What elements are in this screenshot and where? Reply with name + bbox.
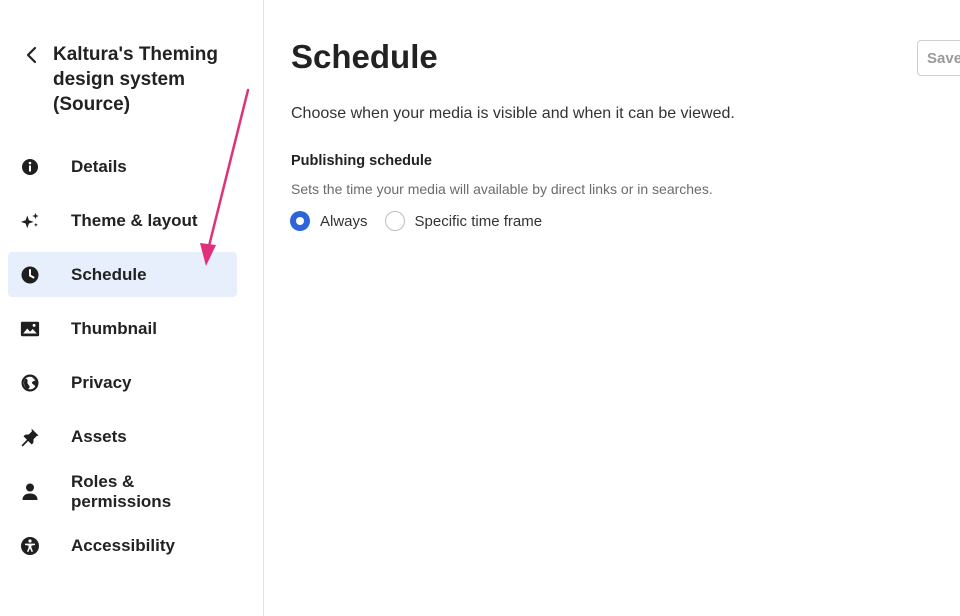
sidebar-item-schedule[interactable]: Schedule [8, 252, 237, 298]
sidebar-item-label: Roles & permissions [71, 471, 172, 511]
page-title: Schedule [291, 38, 438, 75]
radio-specific-time-frame[interactable]: Specific time frame [384, 211, 543, 231]
sidebar-item-label: Details [71, 156, 127, 176]
radio-label: Specific time frame [414, 212, 543, 230]
info-icon [20, 157, 40, 177]
save-button[interactable]: Save [917, 40, 960, 76]
section-description: Sets the time your media will available … [291, 181, 713, 197]
globe-icon [20, 373, 40, 393]
sidebar-item-assets[interactable]: Assets [8, 415, 237, 460]
sidebar-item-theme-layout[interactable]: Theme & layout [8, 198, 237, 243]
radio-unchecked-indicator[interactable] [384, 211, 405, 231]
sidebar-item-accessibility[interactable]: Accessibility [8, 523, 237, 568]
media-title: Kaltura's Theming design system (Source) [53, 44, 218, 115]
radio-checked-indicator[interactable] [290, 211, 310, 231]
accessibility-icon [20, 536, 40, 556]
sparkles-icon [20, 211, 40, 231]
back-button[interactable]: Kaltura's Theming design system (Source) [24, 42, 233, 117]
sidebar-item-roles-permissions[interactable]: Roles & permissions [8, 469, 237, 514]
sidebar-item-details[interactable]: Details [8, 144, 237, 189]
user-icon [20, 482, 40, 502]
radio-label: Always [320, 212, 368, 230]
chevron-left-icon [26, 46, 37, 64]
sidebar: Kaltura's Theming design system (Source)… [0, 0, 264, 616]
pin-icon [20, 427, 40, 447]
sidebar-item-label: Assets [71, 427, 127, 447]
sidebar-item-thumbnail[interactable]: Thumbnail [8, 307, 237, 352]
sidebar-item-label: Thumbnail [71, 319, 157, 339]
sidebar-item-privacy[interactable]: Privacy [8, 361, 237, 406]
sidebar-item-label: Theme & layout [71, 210, 198, 230]
sidebar-item-label: Schedule [71, 264, 147, 284]
sidebar-item-label: Accessibility [71, 535, 175, 555]
publishing-schedule-radio-group: Always Specific time frame [290, 211, 542, 231]
section-title: Publishing schedule [291, 153, 432, 169]
sidebar-nav: Details Theme & layout Schedule Thumbnai… [8, 144, 237, 578]
page-description: Choose when your media is visible and wh… [291, 105, 735, 122]
clock-icon [20, 265, 40, 285]
main-content: Schedule Save Choose when your media is … [265, 0, 960, 616]
radio-always[interactable]: Always [290, 211, 368, 231]
sidebar-item-label: Privacy [71, 373, 132, 393]
image-icon [20, 319, 40, 339]
